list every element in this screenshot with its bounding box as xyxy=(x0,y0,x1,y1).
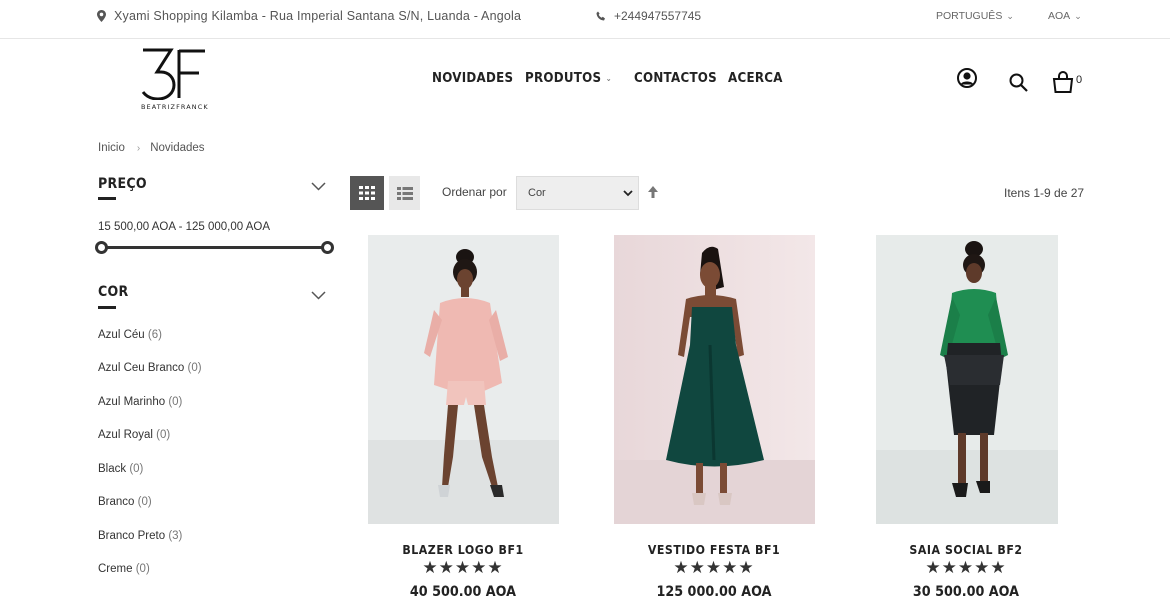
currency-label: AOA xyxy=(1048,10,1071,22)
color-count: (0) xyxy=(156,429,171,441)
price-filter-title[interactable]: PREÇO xyxy=(98,176,147,192)
list-view-button[interactable] xyxy=(389,176,420,210)
color-label: Azul Ceu Branco xyxy=(98,362,185,374)
product-rating-stars: ★★★★★ xyxy=(925,558,1007,578)
product-image[interactable] xyxy=(368,235,559,524)
color-option-azul-royal[interactable]: Azul Royal (0) xyxy=(98,429,170,441)
product-photo-vestido xyxy=(614,235,815,524)
nav-item-acerca[interactable]: ACERCA xyxy=(728,70,783,86)
color-count: (0) xyxy=(129,463,144,475)
product-rating-stars: ★★★★★ xyxy=(422,558,504,578)
color-count: (3) xyxy=(168,530,183,542)
color-filter-title[interactable]: COR xyxy=(98,284,128,300)
color-option-creme[interactable]: Creme (0) xyxy=(98,563,150,575)
currency-switcher[interactable]: AOA ⌄ xyxy=(1048,10,1082,22)
price-filter-underline xyxy=(98,197,116,200)
color-label: Branco Preto xyxy=(98,530,166,542)
list-icon xyxy=(396,186,413,200)
color-count: (0) xyxy=(187,362,202,374)
nav-label: ACERCA xyxy=(728,70,783,86)
search-icon[interactable] xyxy=(1009,73,1028,92)
product-photo-saia xyxy=(876,235,1058,524)
color-filter-underline xyxy=(98,306,116,309)
color-option-azul-marinho[interactable]: Azul Marinho (0) xyxy=(98,396,182,408)
price-slider-track[interactable] xyxy=(102,246,328,249)
chevron-down-icon[interactable] xyxy=(311,291,326,300)
store-address: Xyami Shopping Kilamba - Rua Imperial Sa… xyxy=(97,9,521,23)
color-option-branco-preto[interactable]: Branco Preto (3) xyxy=(98,530,182,542)
color-count: (0) xyxy=(137,496,152,508)
product-name[interactable]: BLAZER LOGO BF1 xyxy=(366,542,560,557)
product-image[interactable] xyxy=(876,235,1058,524)
language-switcher[interactable]: PORTUGUÊS ⌄ xyxy=(936,10,1014,22)
cart-count: 0 xyxy=(1076,74,1083,86)
store-phone[interactable]: +244947557745 xyxy=(596,9,701,23)
chevron-down-icon: ⌄ xyxy=(1074,10,1082,21)
product-rating-stars: ★★★★★ xyxy=(673,558,755,578)
breadcrumb-home[interactable]: Inicio xyxy=(98,142,125,154)
breadcrumb: Inicio › Novidades xyxy=(98,142,205,154)
color-option-azul-ceu[interactable]: Azul Céu (6) xyxy=(98,329,162,341)
chevron-down-icon: ⌄ xyxy=(1006,10,1014,21)
breadcrumb-current: Novidades xyxy=(150,142,205,154)
price-range-text: 15 500,00 AOA - 125 000,00 AOA xyxy=(98,221,270,233)
color-count: (6) xyxy=(147,329,162,341)
sort-label: Ordenar por xyxy=(442,185,507,199)
nav-label: PRODUTOS xyxy=(525,70,602,86)
grid-icon xyxy=(359,186,375,200)
color-option-black[interactable]: Black (0) xyxy=(98,463,143,475)
chevron-down-icon[interactable] xyxy=(311,182,326,191)
color-count: (0) xyxy=(168,396,183,408)
product-price: 40 500.00 AOA xyxy=(409,584,517,600)
logo-wordmark: BEATRIZFRANCK xyxy=(141,103,209,111)
price-slider-max-handle[interactable] xyxy=(321,241,334,254)
sort-select[interactable]: Cor xyxy=(516,176,639,210)
nav-label: CONTACTOS xyxy=(634,70,717,86)
color-count: (0) xyxy=(135,563,150,575)
product-price: 30 500.00 AOA xyxy=(912,584,1020,600)
account-icon[interactable] xyxy=(957,68,977,89)
site-logo[interactable]: BEATRIZFRANCK xyxy=(141,48,209,114)
color-label: Azul Céu xyxy=(98,329,145,341)
nav-item-contactos[interactable]: CONTACTOS xyxy=(634,70,717,86)
items-count: Itens 1-9 de 27 xyxy=(1004,186,1085,200)
color-option-azul-ceu-branco[interactable]: Azul Ceu Branco (0) xyxy=(98,362,202,374)
phone-icon xyxy=(596,11,605,21)
product-photo-blazer xyxy=(368,235,559,524)
product-price: 125 000.00 AOA xyxy=(656,584,772,600)
nav-item-novidades[interactable]: NOVIDADES xyxy=(432,70,513,86)
color-option-branco[interactable]: Branco (0) xyxy=(98,496,152,508)
chevron-down-icon xyxy=(623,190,633,197)
sort-select-value: Cor xyxy=(528,187,546,199)
language-label: PORTUGUÊS xyxy=(936,10,1003,22)
product-name[interactable]: VESTIDO FESTA BF1 xyxy=(617,542,811,557)
chevron-right-icon: › xyxy=(136,142,141,154)
grid-view-button[interactable] xyxy=(350,176,384,210)
cart-icon[interactable] xyxy=(1052,71,1074,93)
color-label: Branco xyxy=(98,496,135,508)
sort-direction-arrow-icon[interactable] xyxy=(648,186,658,198)
top-bar: Xyami Shopping Kilamba - Rua Imperial Sa… xyxy=(0,0,1170,39)
price-slider-min-handle[interactable] xyxy=(95,241,108,254)
address-text: Xyami Shopping Kilamba - Rua Imperial Sa… xyxy=(114,9,522,23)
map-pin-icon xyxy=(97,10,106,22)
color-label: Azul Marinho xyxy=(98,396,166,408)
product-name[interactable]: SAIA SOCIAL BF2 xyxy=(869,542,1063,557)
nav-item-produtos[interactable]: PRODUTOS ⌄ xyxy=(525,70,612,86)
nav-label: NOVIDADES xyxy=(432,70,514,86)
phone-text: +244947557745 xyxy=(614,9,702,23)
color-label: Azul Royal xyxy=(98,429,153,441)
logo-mark xyxy=(141,48,205,100)
color-label: Creme xyxy=(98,563,133,575)
product-image[interactable] xyxy=(614,235,815,524)
color-label: Black xyxy=(98,463,127,475)
chevron-down-icon: ⌄ xyxy=(605,73,612,83)
